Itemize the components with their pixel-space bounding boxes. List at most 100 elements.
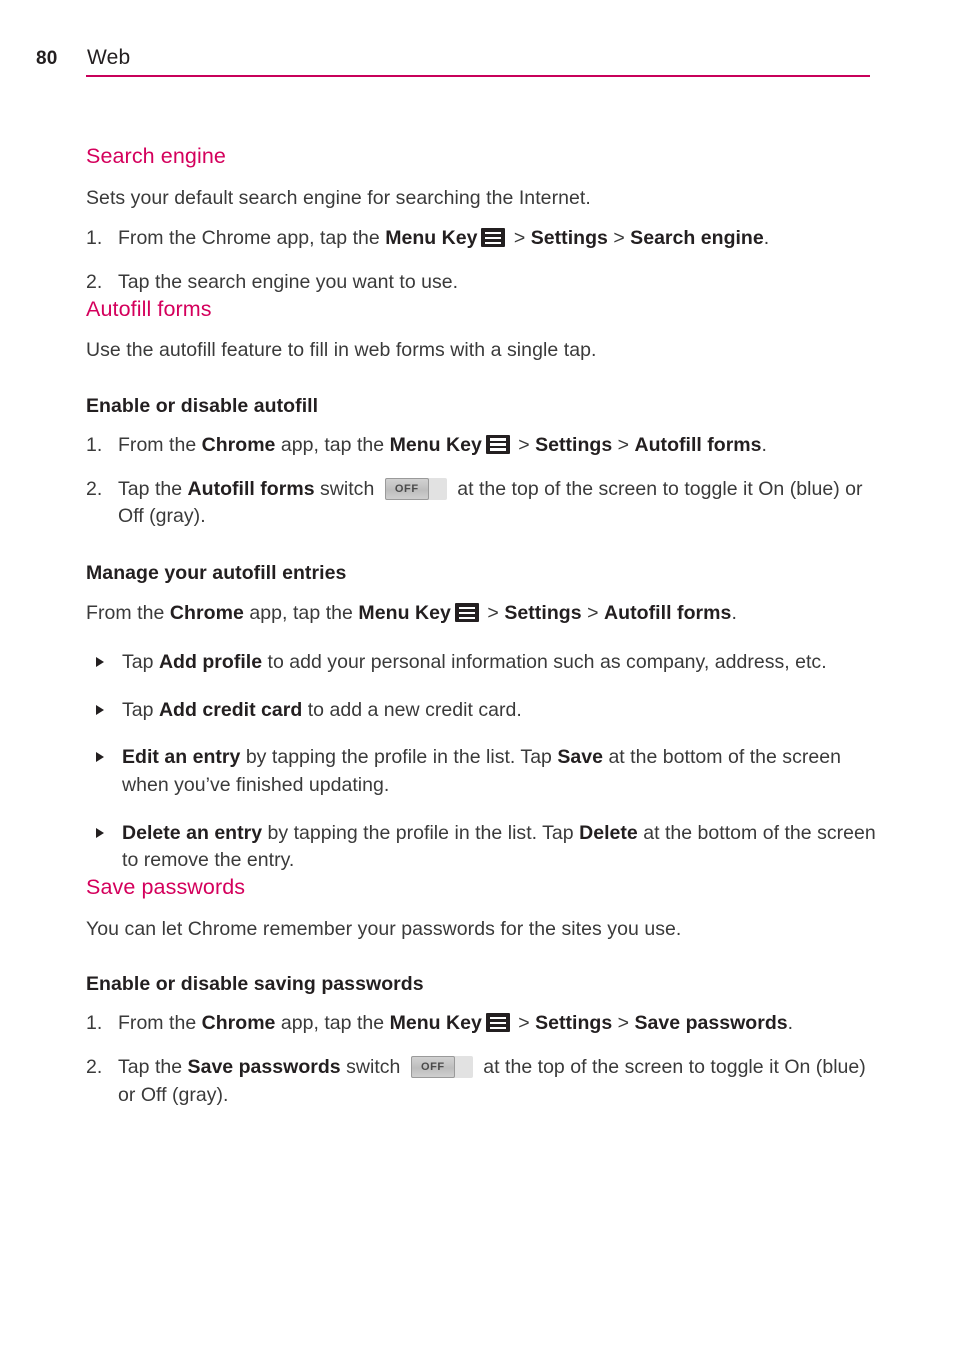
bullet-item: Tap Add profile to add your personal inf… (96, 649, 876, 677)
bullet-text: Edit an entry by tapping the profile in … (122, 746, 841, 796)
section-intro-save-passwords: You can let Chrome remember your passwor… (86, 917, 682, 940)
emphasis-text: Autofill forms (187, 477, 315, 500)
emphasis-text: Chrome (201, 1012, 276, 1035)
body-text: From the (118, 1012, 202, 1035)
bullets-manage-autofill-entries: Tap Add profile to add your personal inf… (86, 649, 876, 875)
body-text: > (512, 1012, 536, 1035)
body-text: switch (340, 1056, 406, 1079)
toggle-switch-off-icon: OFF (384, 477, 447, 500)
triangle-bullet-icon (96, 656, 104, 667)
body-text: . (763, 227, 770, 250)
body-text: From the (86, 602, 170, 625)
body-text: switch (314, 477, 380, 500)
emphasis-text: Delete (579, 821, 638, 844)
toggle-switch-knob: OFF (410, 1056, 455, 1079)
body-text: to add a new credit card. (302, 698, 522, 721)
body-text: From the Chrome app, tap the (118, 227, 386, 250)
section-heading-autofill-forms: Autofill forms (86, 296, 212, 321)
body-text: > (581, 602, 605, 625)
lead-manage-autofill-entries: From the Chrome app, tap the Menu Key > … (86, 601, 876, 626)
step-text: Tap the search engine you want to use. (118, 271, 458, 293)
section-intro-autofill-forms: Use the autofill feature to fill in web … (86, 339, 597, 362)
emphasis-text: Chrome (169, 602, 244, 625)
steps-enable-disable-autofill: 1. From the Chrome app, tap the Menu Key … (86, 432, 876, 531)
body-text: by tapping the profile in the list. Tap (262, 821, 580, 844)
page-number: 80 (36, 48, 58, 69)
body-text: > (481, 602, 505, 625)
section-intro-search-engine: Sets your default search engine for sear… (86, 186, 591, 209)
body-text: > (607, 227, 631, 250)
body-text: > (512, 434, 536, 457)
menu-key-icon (454, 603, 479, 623)
section-heading-search-engine: Search engine (86, 144, 226, 168)
emphasis-text: Chrome (201, 434, 276, 457)
emphasis-text: Menu Key (358, 602, 451, 625)
emphasis-text: Settings (535, 1012, 613, 1035)
emphasis-text: Settings (530, 227, 608, 250)
numbered-step: 2. Tap the Autofill forms switch OFF at t… (86, 476, 876, 531)
emphasis-text: Menu Key (389, 434, 482, 457)
toggle-switch-off-icon: OFF (410, 1056, 473, 1079)
numbered-step: 1. From the Chrome app, tap the Menu Key … (86, 432, 876, 460)
triangle-bullet-icon (96, 752, 104, 763)
body-text: app, tap the (275, 434, 390, 457)
numbered-step: 2. Tap the Save passwords switch OFF at t… (86, 1054, 876, 1109)
body-text: > (612, 434, 635, 457)
step-number: 2. (86, 270, 103, 293)
menu-key-icon (485, 435, 510, 455)
body-text: . (761, 434, 767, 457)
numbered-step: 2. Tap the search engine you want to use. (86, 269, 876, 297)
manual-page: 80 Web Search engine Sets your default s… (0, 0, 954, 1372)
body-text: Tap the (118, 477, 188, 500)
body-text: Tap the search engine you want to use. (118, 270, 459, 293)
step-number: 2. (86, 477, 103, 500)
subsection-heading-manage-autofill-entries: Manage your autofill entries (86, 562, 347, 585)
emphasis-text: Autofill forms (634, 434, 762, 457)
bullet-item: Tap Add credit card to add a new credit … (96, 697, 876, 725)
body-text: . (731, 602, 737, 625)
body-text: to add your personal information such as… (262, 650, 827, 673)
body-text: app, tap the (275, 1012, 390, 1035)
subsection-heading-enable-disable-autofill: Enable or disable autofill (86, 394, 319, 417)
toggle-switch-label: OFF (420, 1061, 445, 1074)
steps-search-engine: 1. From the Chrome app, tap the Menu Key … (86, 225, 876, 296)
emphasis-text: Menu Key (385, 227, 478, 250)
body-text: Tap (122, 698, 159, 721)
toggle-switch-label: OFF (394, 482, 419, 495)
emphasis-text: Autofill forms (604, 602, 732, 625)
page-header: 80 Web (0, 46, 954, 82)
emphasis-text: Edit an entry (122, 746, 241, 769)
bullet-item: Delete an entry by tapping the profile i… (96, 820, 876, 875)
bullet-text: Delete an entry by tapping the profile i… (122, 822, 876, 872)
body-text: > (612, 1012, 635, 1035)
emphasis-text: Save passwords (634, 1012, 788, 1035)
numbered-step: 1. From the Chrome app, tap the Menu Key … (86, 1010, 876, 1038)
bullet-text: Tap Add profile to add your personal inf… (122, 651, 827, 673)
body-text: Tap (122, 650, 159, 673)
step-text: From the Chrome app, tap the Menu Key > … (118, 434, 767, 456)
bullet-text: Tap Add credit card to add a new credit … (122, 699, 522, 721)
emphasis-text: Save passwords (187, 1056, 341, 1079)
emphasis-text: Search engine (630, 227, 764, 250)
emphasis-text: Settings (535, 434, 613, 457)
emphasis-text: Add credit card (158, 698, 303, 721)
menu-key-icon (485, 1013, 510, 1033)
triangle-bullet-icon (96, 704, 104, 715)
step-text: From the Chrome app, tap the Menu Key > … (118, 1012, 793, 1034)
toggle-switch-knob: OFF (384, 477, 429, 500)
triangle-bullet-icon (96, 827, 104, 838)
body-text: From the (118, 434, 202, 457)
section-heading-save-passwords: Save passwords (86, 874, 246, 899)
menu-key-icon (481, 228, 506, 248)
bullet-item: Edit an entry by tapping the profile in … (96, 744, 876, 799)
step-number: 1. (86, 434, 103, 457)
step-number: 1. (86, 227, 103, 250)
body-text: > (508, 227, 531, 250)
body-text: . (787, 1012, 794, 1035)
steps-enable-disable-saving-passwords: 1. From the Chrome app, tap the Menu Key … (86, 1010, 876, 1109)
body-text: app, tap the (243, 602, 359, 625)
page-content: Search engine Sets your default search e… (86, 144, 876, 1110)
body-text: by tapping the profile in the list. Tap (240, 746, 558, 769)
step-number: 2. (86, 1056, 103, 1079)
emphasis-text: Menu Key (389, 1012, 482, 1035)
